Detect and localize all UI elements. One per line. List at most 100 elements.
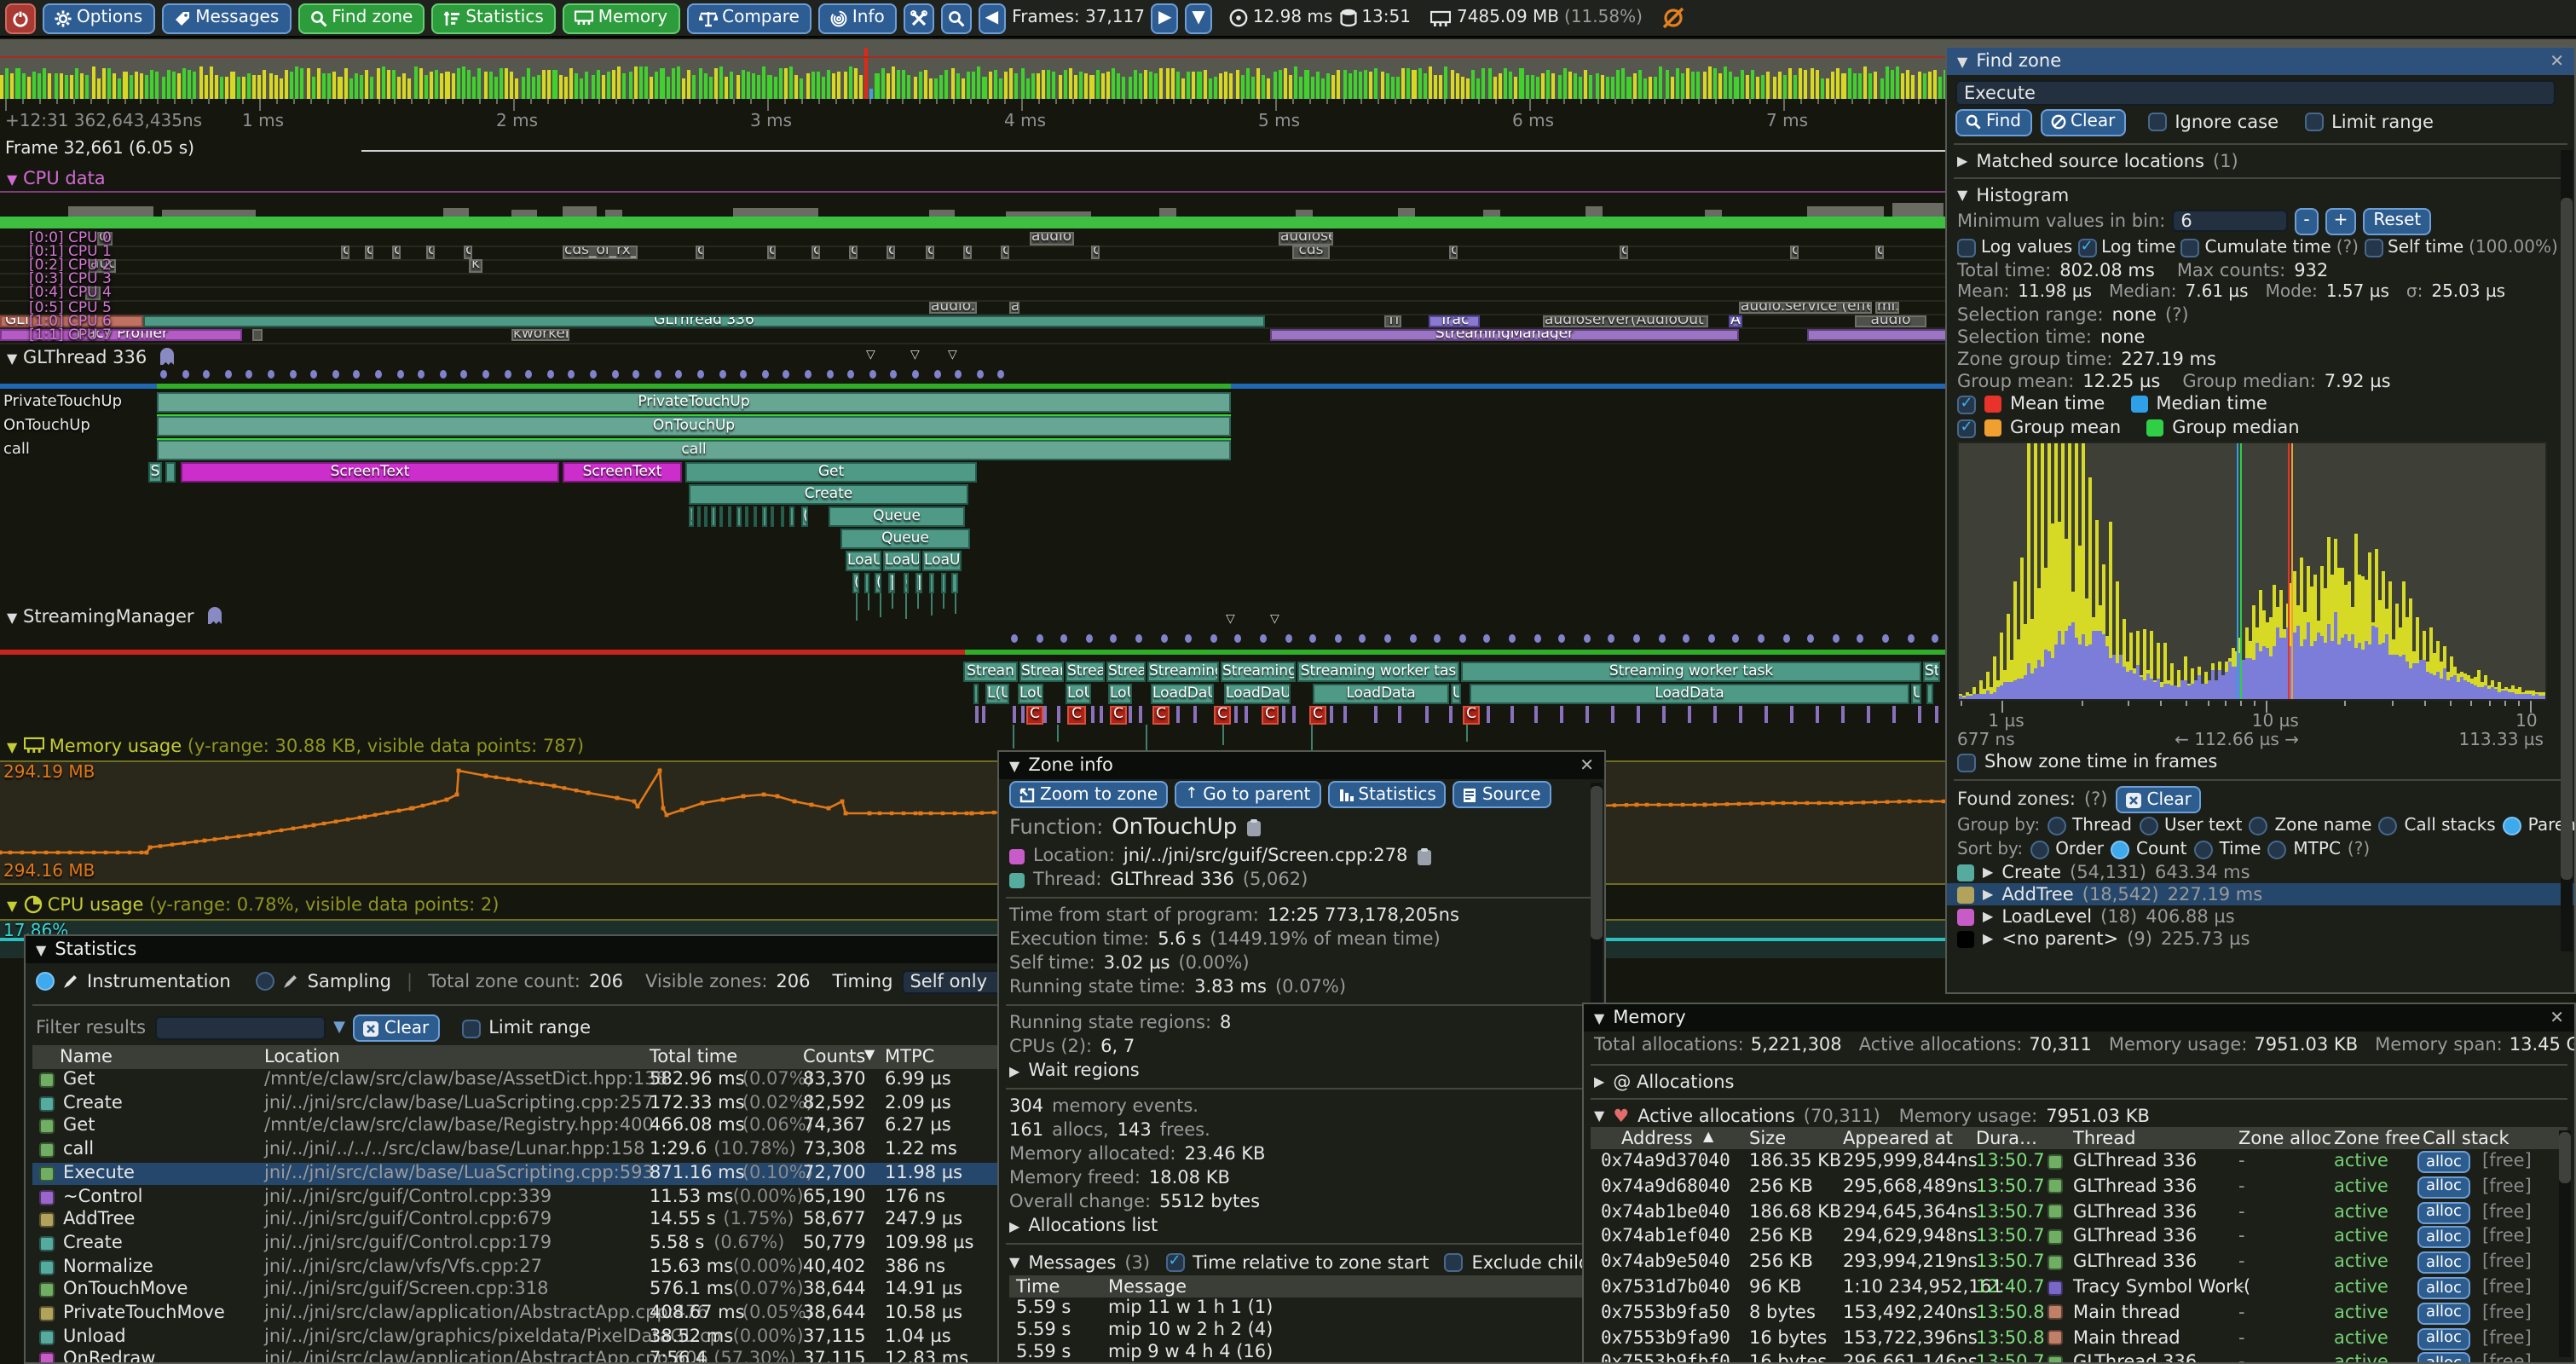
find-button[interactable]: Find xyxy=(1955,108,2031,136)
zone[interactable]: LoadDaU xyxy=(1151,684,1214,704)
matched-locations-toggle[interactable]: ▶Matched source locations(1) xyxy=(1947,150,2574,172)
message-marker-icon[interactable]: ▽ xyxy=(1226,612,1235,626)
zone[interactable]: c xyxy=(1449,246,1458,258)
sample-dot[interactable] xyxy=(676,370,683,379)
zone[interactable]: ( xyxy=(852,573,859,593)
zone[interactable] xyxy=(771,506,774,527)
zone[interactable]: c xyxy=(341,246,349,258)
sample-dot[interactable] xyxy=(1260,634,1267,643)
zone[interactable]: LoaUp xyxy=(883,551,921,571)
zone[interactable]: c xyxy=(926,246,934,258)
zone[interactable] xyxy=(165,462,176,483)
zone[interactable]: c xyxy=(1875,246,1884,258)
zone[interactable] xyxy=(1807,328,1952,341)
zone[interactable]: C xyxy=(1152,706,1170,725)
ignore-case-checkbox[interactable] xyxy=(2147,113,2166,131)
clear-button[interactable]: Clear xyxy=(2040,108,2125,136)
zone[interactable] xyxy=(719,506,723,527)
zone[interactable] xyxy=(745,506,748,527)
sample-dot[interactable] xyxy=(182,370,188,379)
zone[interactable]: Trac xyxy=(1429,315,1480,327)
sort-by-time-label[interactable]: Time xyxy=(2219,840,2261,858)
sample-dot[interactable] xyxy=(1335,634,1342,643)
sample-dot[interactable] xyxy=(461,370,468,379)
sample-dot[interactable] xyxy=(1609,634,1615,643)
sample-dot[interactable] xyxy=(1882,634,1889,643)
zone[interactable]: c xyxy=(811,246,820,258)
group-by-parent-radio[interactable] xyxy=(2503,816,2521,835)
sample-dot[interactable] xyxy=(1633,634,1640,643)
instrumentation-radio[interactable] xyxy=(36,972,55,991)
collapse-icon[interactable]: ▼ xyxy=(1009,1255,1019,1270)
zone[interactable]: LoU xyxy=(1108,684,1132,704)
sort-by-count-label[interactable]: Count xyxy=(2136,840,2186,858)
glthread-header[interactable]: ▼ GLThread 336 xyxy=(7,346,176,368)
sort-by-time-radio[interactable] xyxy=(2193,840,2212,858)
zone[interactable] xyxy=(864,573,869,593)
increase-bin-button[interactable]: + xyxy=(2325,207,2357,234)
find-zone-histogram[interactable] xyxy=(1957,442,2547,701)
sample-dot[interactable] xyxy=(1235,634,1242,643)
log-values-checkbox[interactable] xyxy=(1957,238,1976,257)
sample-dot[interactable] xyxy=(740,370,747,379)
memory-scrollbar[interactable] xyxy=(2559,1130,2571,1357)
zone[interactable]: c xyxy=(1001,246,1009,258)
options-button[interactable]: Options xyxy=(43,3,154,33)
sample-dot[interactable] xyxy=(332,370,339,379)
zone[interactable] xyxy=(252,328,263,341)
sort-by-mtpc-radio[interactable] xyxy=(2267,840,2286,858)
close-icon[interactable]: ✕ xyxy=(2550,1009,2564,1027)
zone[interactable]: c xyxy=(1620,246,1628,258)
reset-button[interactable]: Reset xyxy=(2363,207,2431,234)
zone[interactable]: c xyxy=(392,246,401,258)
sample-dot[interactable] xyxy=(1658,634,1665,643)
sample-dot[interactable] xyxy=(1086,634,1093,643)
zone[interactable]: ( xyxy=(904,573,909,593)
sort-by-order-label[interactable]: Order xyxy=(2055,840,2104,858)
zone[interactable] xyxy=(728,506,731,527)
group-by-call-stacks-label[interactable]: Call stacks xyxy=(2404,816,2495,835)
statistics-button[interactable]: Statistics xyxy=(1327,781,1446,808)
sample-dot[interactable] xyxy=(1484,634,1491,643)
table-row[interactable]: 0x7531d7b04096 KB1:10 234,952,16112:40.7… xyxy=(1591,1275,2567,1301)
group-lines-checkbox[interactable]: ✓ xyxy=(1957,419,1976,437)
zone[interactable]: Queue xyxy=(829,506,965,527)
table-row[interactable]: 0x74a9d68040256 KB295,668,489ns13:50.7GL… xyxy=(1591,1175,2567,1200)
cumulate-time-checkbox[interactable] xyxy=(2180,238,2199,257)
time-relative-checkbox[interactable]: ✓ xyxy=(1165,1253,1184,1272)
zone[interactable] xyxy=(736,506,742,527)
wrench-button[interactable] xyxy=(904,3,934,33)
alloc-callstack-button[interactable]: alloc xyxy=(2417,1303,2470,1325)
sample-dot[interactable] xyxy=(783,370,790,379)
find-zone-button[interactable]: Find zone xyxy=(297,3,425,33)
zone[interactable]: c xyxy=(365,246,373,258)
limit-range-label[interactable]: Limit range xyxy=(488,1018,591,1038)
alloc-callstack-button[interactable]: alloc xyxy=(2417,1227,2470,1249)
zone[interactable]: ( xyxy=(801,506,808,527)
zone[interactable]: Strea xyxy=(1066,662,1105,682)
zone[interactable]: Streaming xyxy=(1147,662,1219,682)
sample-dot[interactable] xyxy=(1111,634,1118,643)
zone[interactable] xyxy=(697,506,701,527)
group-by-thread-radio[interactable] xyxy=(2047,816,2065,835)
zone[interactable]: Streaming xyxy=(1221,662,1296,682)
message-marker-icon[interactable]: ▽ xyxy=(948,348,957,361)
message-marker-icon[interactable]: ▽ xyxy=(866,348,875,361)
sample-dot[interactable] xyxy=(826,370,833,379)
sample-dot[interactable] xyxy=(418,370,425,379)
found-zone-row[interactable]: ▶AddTree(18,542)227.19 ms xyxy=(1947,883,2574,905)
sample-dot[interactable] xyxy=(805,370,811,379)
zone[interactable]: c xyxy=(963,246,972,258)
zone[interactable]: audios xyxy=(1030,232,1074,245)
limit-range-checkbox[interactable] xyxy=(461,1019,480,1037)
sample-dot[interactable] xyxy=(1758,634,1765,643)
sample-dot[interactable] xyxy=(375,370,382,379)
memory-titlebar[interactable]: ▼Memory✕ xyxy=(1584,1004,2574,1032)
sample-dot[interactable] xyxy=(1135,634,1142,643)
instrumentation-label[interactable]: Instrumentation xyxy=(87,971,231,991)
zone[interactable]: c xyxy=(464,246,472,258)
sort-by-mtpc-label[interactable]: MTPC xyxy=(2293,840,2341,858)
sample-dot[interactable] xyxy=(762,370,769,379)
zone[interactable]: audio.service (effect) xyxy=(1739,301,1872,314)
sample-dot[interactable] xyxy=(1907,634,1914,643)
